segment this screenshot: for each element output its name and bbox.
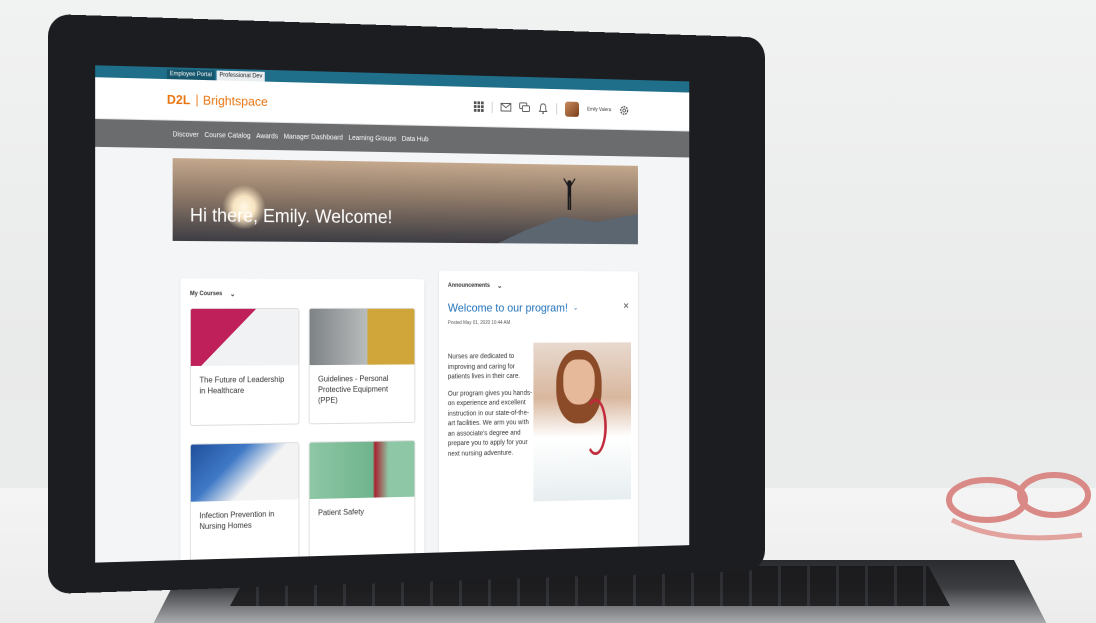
course-image [310, 441, 415, 499]
nav-discover[interactable]: Discover [173, 131, 199, 138]
announcements-header[interactable]: Announcements ⌄ [439, 271, 638, 296]
header-divider [557, 103, 558, 114]
banner-mountain [498, 209, 638, 244]
laptop-screen: Employee Portal Professional Dev D2L Bri… [95, 65, 689, 562]
user-name[interactable]: Emily Valera [587, 106, 611, 112]
avatar[interactable] [565, 101, 579, 116]
photo-face [563, 359, 594, 404]
nav-learning-groups[interactable]: Learning Groups [348, 134, 396, 142]
laptop-lid: Employee Portal Professional Dev D2L Bri… [48, 14, 765, 594]
chevron-down-icon[interactable]: ⌄ [230, 290, 236, 298]
announcement-title-text[interactable]: Welcome to our program! [448, 301, 568, 314]
course-tile[interactable]: The Future of Leadership in Healthcare [190, 308, 300, 426]
nurse-photo [533, 342, 631, 501]
announcement-body: Nurses are dedicated to improving and ca… [448, 352, 534, 466]
my-courses-header[interactable]: My Courses ⌄ [180, 278, 424, 304]
brightspace-wordmark: Brightspace [203, 93, 268, 109]
my-courses-label: My Courses [190, 291, 222, 297]
chat-icon[interactable] [520, 102, 531, 114]
logo-divider [196, 94, 197, 106]
course-image [191, 309, 299, 366]
chevron-down-icon[interactable]: ⌄ [573, 304, 578, 312]
course-title: Infection Prevention in Nursing Homes [191, 499, 299, 542]
announcement-title[interactable]: Welcome to our program! ⌄ [439, 295, 638, 314]
course-image [310, 309, 415, 365]
header-actions: Emily Valera [473, 99, 629, 118]
header-divider [492, 101, 493, 112]
stethoscope-icon [584, 399, 607, 456]
announcements-widget: Announcements ⌄ Welcome to our program! … [439, 271, 638, 558]
course-image [191, 443, 299, 502]
course-tile[interactable]: Guidelines - Personal Protective Equipme… [309, 308, 416, 425]
gear-icon[interactable] [619, 104, 629, 115]
grid-icon[interactable] [473, 101, 484, 113]
course-title: The Future of Leadership in Healthcare [191, 365, 299, 407]
course-tile[interactable]: Patient Safety [309, 440, 416, 558]
brightspace-logo[interactable]: D2L Brightspace [167, 92, 268, 109]
bell-icon[interactable] [538, 102, 549, 114]
course-title: Guidelines - Personal Protective Equipme… [310, 364, 415, 416]
welcome-heading: Hi there, Emily. Welcome! [190, 206, 392, 229]
eyeglasses-icon [942, 465, 1092, 545]
close-icon[interactable]: ✕ [623, 301, 630, 311]
welcome-banner: Hi there, Emily. Welcome! [173, 158, 638, 244]
announcement-date: Posted May 01, 2020 10:44 AM [439, 314, 638, 331]
d2l-wordmark: D2L [167, 92, 191, 107]
nav-awards[interactable]: Awards [256, 133, 278, 140]
announcement-paragraph: Our program gives you hands-on experienc… [448, 389, 534, 460]
banner-person [563, 178, 575, 212]
announcements-label: Announcements [448, 283, 490, 289]
course-tile[interactable]: Infection Prevention in Nursing Homes [190, 442, 300, 562]
announcement-paragraph: Nurses are dedicated to improving and ca… [448, 352, 534, 383]
my-courses-widget: My Courses ⌄ The Future of Leadership in… [180, 278, 424, 562]
nav-data-hub[interactable]: Data Hub [402, 136, 429, 143]
chevron-down-icon[interactable]: ⌄ [497, 282, 502, 290]
course-title: Patient Safety [310, 497, 415, 529]
tab-employee-portal[interactable]: Employee Portal [167, 69, 215, 80]
nav-course-catalog[interactable]: Course Catalog [204, 132, 250, 140]
mail-icon[interactable] [501, 101, 512, 113]
tab-professional-dev[interactable]: Professional Dev [217, 71, 266, 82]
nav-manager-dashboard[interactable]: Manager Dashboard [284, 133, 343, 141]
